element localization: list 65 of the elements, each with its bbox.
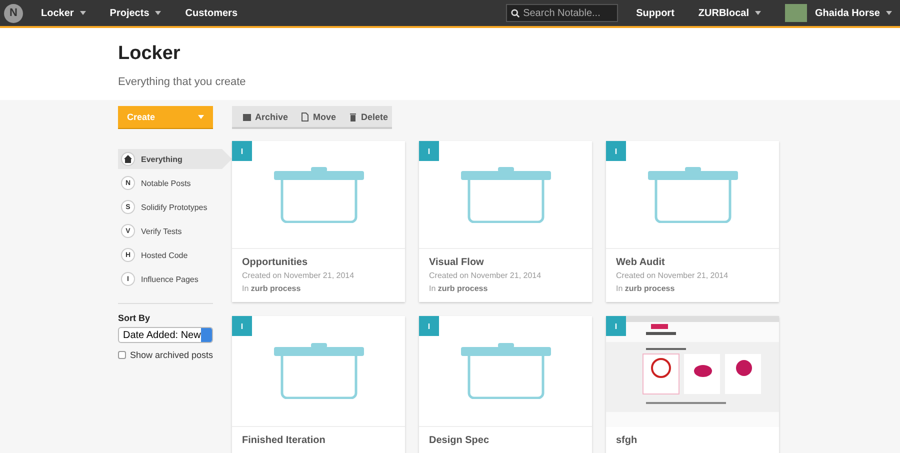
card-project: In zurb process: [429, 285, 489, 294]
card-project: In zurb process: [616, 285, 676, 294]
toolbar-button[interactable]: Delete: [344, 112, 392, 122]
storage-box-icon: [648, 166, 738, 223]
post-card[interactable]: I sfgh: [606, 316, 779, 453]
nav-menu-link[interactable]: Support: [636, 8, 674, 18]
card-title: sfgh: [616, 435, 638, 446]
search-field[interactable]: Search Notable...: [506, 4, 618, 22]
storage-box-icon: [460, 343, 550, 399]
page-title: Locker: [118, 43, 182, 65]
card-title: Opportunities: [242, 257, 309, 268]
card-title: Web Audit: [616, 257, 666, 268]
post-card[interactable]: I Finished Iteration: [232, 316, 405, 453]
show-archived-checkbox[interactable]: Show archived posts: [118, 350, 232, 360]
post-card[interactable]: I Visual Flow Created on November 21, 2014 In zurb process: [419, 141, 592, 302]
sidebar-item-label: Solidify Prototypes: [141, 202, 208, 212]
page-subtitle: Everything that you create: [118, 76, 247, 88]
card-badge: I: [232, 141, 252, 161]
logo[interactable]: N: [4, 4, 23, 22]
card-badge: I: [419, 141, 439, 161]
card-badge: I: [232, 316, 252, 336]
card-created-date: Created on November 21, 2014: [242, 272, 356, 282]
checkbox-label: Show archived posts: [130, 350, 214, 360]
caret-icon: [886, 11, 892, 15]
caret-icon: [155, 11, 162, 15]
card-title: Visual Flow: [429, 257, 485, 268]
toolbar-button[interactable]: Move: [296, 112, 340, 122]
avatar-placeholder: [784, 4, 807, 22]
card-badge: I: [606, 141, 626, 161]
search-icon: [511, 9, 520, 18]
card-project: In zurb process: [242, 285, 302, 294]
nav-menu-link[interactable]: Customers: [185, 8, 238, 18]
caret-icon: [198, 115, 204, 119]
card-badge: I: [419, 316, 439, 336]
storage-box-icon: [274, 166, 364, 223]
trash-icon: [348, 112, 358, 122]
card-title: Finished Iteration: [242, 435, 326, 446]
document-icon: [300, 112, 310, 122]
nav-menu-link[interactable]: ZURBlocal: [698, 8, 761, 18]
card-created-date: Created on November 21, 2014: [616, 272, 730, 282]
storage-box-icon: [274, 343, 364, 399]
sidebar-item-label: Verify Tests: [141, 226, 182, 236]
caret-icon: [754, 11, 761, 15]
select-arrows-icon: [201, 328, 212, 342]
toolbar-button[interactable]: Archive: [238, 112, 292, 122]
sort-label: Sort By: [118, 313, 152, 323]
archive-icon: [242, 112, 252, 122]
nav-menu-link[interactable]: Locker: [41, 8, 86, 18]
caret-icon: [80, 11, 86, 15]
home-icon: [121, 152, 135, 166]
checkbox[interactable]: [118, 351, 126, 359]
sort-select[interactable]: Date Added: New: [118, 327, 213, 343]
sidebar-item-label: Everything: [141, 154, 182, 164]
post-card[interactable]: I Web Audit Created on November 21, 2014 In zurb process: [606, 141, 779, 302]
post-card[interactable]: I Design Spec: [419, 316, 592, 453]
user-menu[interactable]: Ghaida Horse: [814, 8, 892, 18]
sidebar-item-label: Notable Posts: [141, 178, 191, 188]
card-created-date: Created on November 21, 2014: [429, 272, 542, 282]
storage-box-icon: [460, 166, 550, 223]
sidebar-item-label: Hosted Code: [141, 250, 188, 260]
sidebar-item-label: Influence Pages: [141, 274, 198, 284]
card-title: Design Spec: [429, 435, 490, 446]
card-badge: I: [606, 316, 626, 336]
post-card[interactable]: I Opportunities Created on November 21, 2014 In zurb process: [232, 141, 405, 302]
nav-menu-link[interactable]: Projects: [110, 8, 162, 18]
